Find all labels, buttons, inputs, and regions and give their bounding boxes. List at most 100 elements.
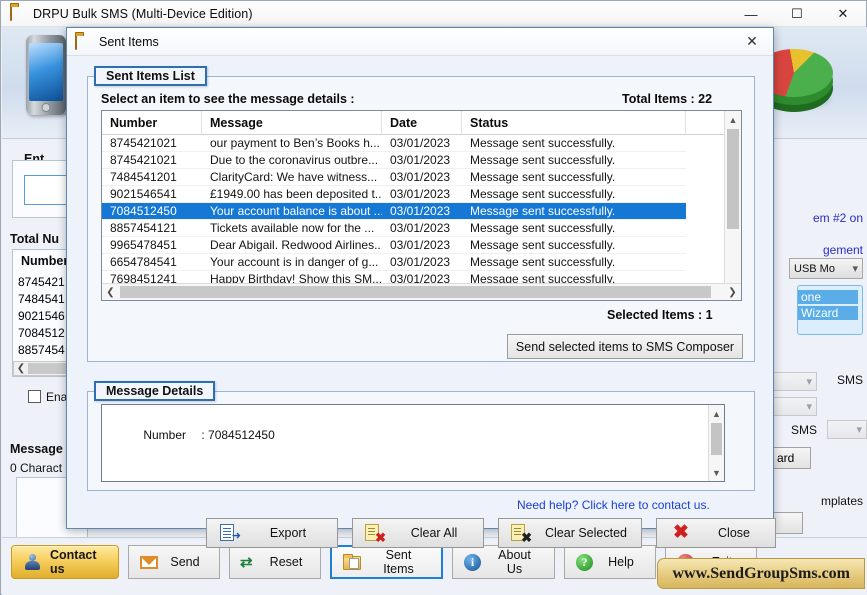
details-vscroll-thumb[interactable] xyxy=(711,423,722,455)
reset-arrows-icon: ⇄ xyxy=(240,554,253,571)
total-items-label: Total Items : 22 xyxy=(622,92,713,106)
cell-status: Message sent successfully. xyxy=(462,220,686,237)
cell-number: 7484541201 xyxy=(102,169,202,186)
question-mark-icon: ? xyxy=(575,553,595,571)
bg-sms-label-1: SMS xyxy=(836,373,863,387)
close-x-icon: ✖ xyxy=(673,522,689,543)
cell-status: Message sent successfully. xyxy=(462,169,686,186)
table-vertical-scrollbar[interactable]: ▲ ▼ xyxy=(724,111,741,300)
table-header-row: Number Message Date Status xyxy=(102,111,741,135)
reset-button[interactable]: ⇄ Reset xyxy=(229,545,321,579)
clear-all-button[interactable]: ✖ Clear All xyxy=(352,518,484,548)
table-horizontal-scrollbar[interactable]: ❮ ❯ xyxy=(102,283,741,300)
send-button[interactable]: Send xyxy=(128,545,220,579)
cell-date: 03/01/2023 xyxy=(382,254,462,271)
details-scroll-up-icon[interactable]: ▲ xyxy=(709,405,724,422)
cell-message: Your account balance is about ... xyxy=(202,203,382,220)
bg-disabled-combo-1[interactable]: ▾ xyxy=(773,372,817,391)
table-row[interactable]: 9965478451 Dear Abigail. Redwood Airlines… xyxy=(102,237,741,254)
send-to-composer-label: Send selected items to SMS Composer xyxy=(515,339,735,354)
cell-message: ClarityCard: We have witness... xyxy=(202,169,382,186)
bg-enable-checkbox[interactable] xyxy=(28,390,41,403)
table-row[interactable]: 8745421021 Due to the coronavirus outbre.… xyxy=(102,152,741,169)
selection-hint: Select an item to see the message detail… xyxy=(101,92,355,106)
cell-number: 7084512450 xyxy=(102,203,202,220)
sent-items-button[interactable]: Sent Items xyxy=(330,545,443,579)
contact-us-label: Contact us xyxy=(50,548,97,576)
detail-message-row: Message: Your account balance is about t… xyxy=(110,469,704,481)
bg-number-row: 8745421 xyxy=(18,275,65,289)
send-label: Send xyxy=(170,555,200,569)
clear-all-label: Clear All xyxy=(410,526,458,540)
vscroll-thumb[interactable] xyxy=(727,129,739,229)
table-row[interactable]: 7484541201 ClarityCard: We have witness..… xyxy=(102,169,741,186)
cell-status: Message sent successfully. xyxy=(462,254,686,271)
chevron-down-icon: ▾ xyxy=(856,424,862,436)
table-row[interactable]: 7084512450 Your account balance is about … xyxy=(102,203,741,220)
bg-device-list[interactable]: one Wizard xyxy=(797,285,863,335)
maximize-button[interactable]: ☐ xyxy=(774,1,820,27)
bg-number-row: 9021546 xyxy=(18,309,65,323)
bg-device-item[interactable]: one xyxy=(798,290,858,304)
sent-items-dialog: Sent Items ✕ Sent Items List Select an i… xyxy=(66,27,776,548)
dialog-close-button[interactable]: ✕ xyxy=(731,28,773,55)
contact-help-link[interactable]: Need help? Click here to contact us. xyxy=(517,498,710,512)
minimize-button[interactable]: — xyxy=(728,1,774,27)
close-button[interactable]: ✕ xyxy=(820,1,866,27)
cell-date: 03/01/2023 xyxy=(382,220,462,237)
cell-status: Message sent successfully. xyxy=(462,237,686,254)
sent-items-label: Sent Items xyxy=(383,548,414,576)
details-scroll-down-icon[interactable]: ▼ xyxy=(709,464,724,481)
about-us-button[interactable]: i About Us xyxy=(452,545,555,579)
column-header-number[interactable]: Number xyxy=(102,111,202,135)
scroll-left-icon[interactable]: ❮ xyxy=(102,284,119,300)
help-button[interactable]: ? Help xyxy=(564,545,656,579)
close-dialog-button[interactable]: ✖ Close xyxy=(656,518,776,548)
table-row[interactable]: 8857454121 Tickets available now for the … xyxy=(102,220,741,237)
reset-label: Reset xyxy=(269,555,303,569)
dialog-title: Sent Items xyxy=(99,34,159,49)
bg-disabled-combo-2[interactable]: ▾ xyxy=(773,397,817,416)
cell-message: our payment to Ben’s Books h... xyxy=(202,135,382,152)
envelope-icon xyxy=(139,553,159,571)
scroll-right-icon[interactable]: ❯ xyxy=(724,284,741,300)
bg-wizard-label: ard xyxy=(777,451,795,465)
column-header-date[interactable]: Date xyxy=(382,111,462,135)
table-row[interactable]: 8745421021 our payment to Ben’s Books h..… xyxy=(102,135,741,152)
bg-device-item[interactable]: Wizard xyxy=(798,306,858,320)
scroll-up-icon[interactable]: ▲ xyxy=(725,111,741,128)
column-header-message[interactable]: Message xyxy=(202,111,382,135)
column-header-status[interactable]: Status xyxy=(462,111,686,135)
window-controls: — ☐ ✕ xyxy=(728,1,866,27)
export-button[interactable]: ➜ Export xyxy=(206,518,338,548)
about-us-label: About Us xyxy=(498,548,531,576)
message-details-legend: Message Details xyxy=(94,381,216,401)
cell-message: Tickets available now for the ... xyxy=(202,220,382,237)
main-titlebar: DRPU Bulk SMS (Multi-Device Edition) — ☐… xyxy=(1,1,866,27)
clear-selected-icon: ✖ xyxy=(511,523,532,544)
table-row[interactable]: 9021546541 £1949.00 has been deposited t.… xyxy=(102,186,741,203)
message-details-box[interactable]: Number: 7084512450 Message: Your account… xyxy=(101,404,725,482)
details-vertical-scrollbar[interactable]: ▲ ▼ xyxy=(708,405,724,481)
sent-items-table[interactable]: Number Message Date Status 8745421021 our… xyxy=(101,110,742,301)
chevron-down-icon: ▾ xyxy=(852,263,858,275)
bg-usb-mode-combo[interactable]: USB Mo ▾ xyxy=(789,258,863,279)
send-to-composer-button[interactable]: Send selected items to SMS Composer xyxy=(507,334,743,359)
table-row[interactable]: 6654784541 Your account is in danger of g… xyxy=(102,254,741,271)
info-icon: i xyxy=(463,553,483,571)
clear-selected-label: Clear Selected xyxy=(545,526,627,540)
app-logo-icon xyxy=(10,4,26,22)
bg-char-count: 0 Charact xyxy=(10,461,63,475)
detail-number-value: 7084512450 xyxy=(208,428,275,442)
bg-sms-label-2: SMS xyxy=(790,423,817,437)
hscroll-thumb[interactable] xyxy=(120,286,711,298)
bg-templates-label: mplates xyxy=(820,494,863,508)
chevron-down-icon: ▾ xyxy=(806,401,812,413)
bg-disabled-combo-3[interactable]: ▾ xyxy=(827,420,867,439)
contact-us-button[interactable]: Contact us xyxy=(11,545,119,579)
cell-date: 03/01/2023 xyxy=(382,169,462,186)
bg-wizard-button[interactable]: ard xyxy=(773,447,811,469)
bg-right-text-1: em #2 on xyxy=(812,211,863,225)
cell-number: 8745421021 xyxy=(102,135,202,152)
clear-selected-button[interactable]: ✖ Clear Selected xyxy=(498,518,642,548)
